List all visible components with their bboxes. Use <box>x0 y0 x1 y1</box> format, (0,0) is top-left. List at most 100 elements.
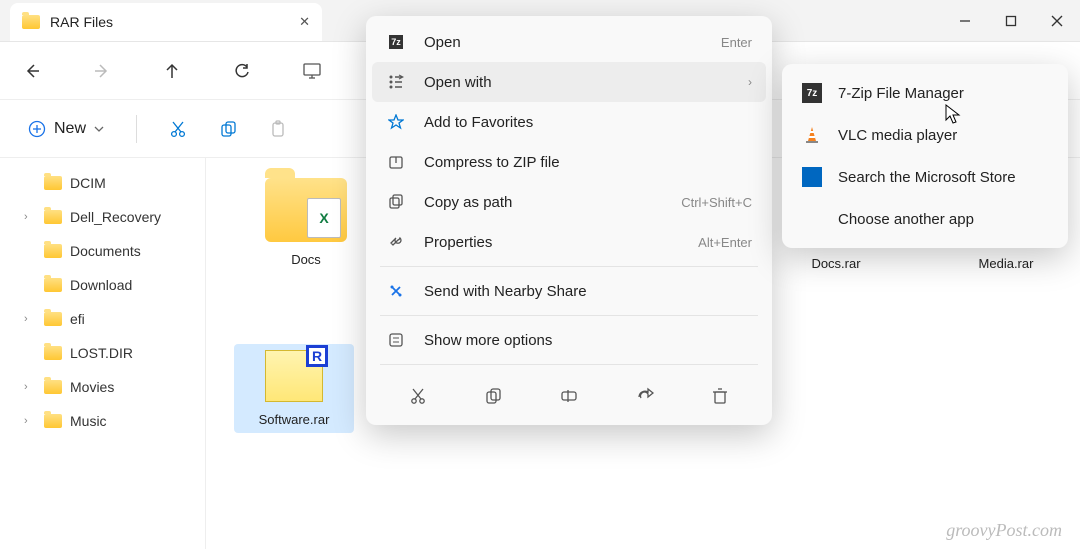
menu-open-with[interactable]: Open with › <box>372 62 766 102</box>
refresh-button[interactable] <box>222 51 262 91</box>
tree-item-efi[interactable]: ›efi <box>0 302 205 336</box>
copy-button[interactable] <box>473 379 513 413</box>
sevenzip-icon: 7z <box>802 83 822 103</box>
menu-label: Send with Nearby Share <box>424 283 752 300</box>
menu-copy-path[interactable]: Copy as path Ctrl+Shift+C <box>372 182 766 222</box>
file-label: Media.rar <box>979 256 1034 271</box>
folder-icon <box>44 210 62 224</box>
file-docs-folder[interactable]: X Docs <box>246 172 366 273</box>
new-button[interactable]: New <box>16 114 116 144</box>
file-label: Docs <box>291 252 321 267</box>
more-icon <box>386 332 406 348</box>
tree-item-music[interactable]: ›Music <box>0 404 205 438</box>
window-controls <box>942 0 1080 42</box>
separator <box>380 315 758 316</box>
cut-button[interactable] <box>157 109 199 149</box>
tree-label: Movies <box>70 379 114 395</box>
tree-label: DCIM <box>70 175 106 191</box>
folder-icon: X <box>265 178 347 242</box>
submenu-microsoft-store[interactable]: Search the Microsoft Store <box>788 156 1062 198</box>
submenu-vlc[interactable]: VLC media player <box>788 114 1062 156</box>
sevenzip-icon: 7z <box>386 35 406 49</box>
maximize-button[interactable] <box>988 0 1034 42</box>
blank-icon <box>802 209 822 229</box>
vlc-icon <box>802 125 822 145</box>
divider <box>136 115 137 143</box>
wrench-icon <box>386 234 406 250</box>
rename-button[interactable] <box>549 379 589 413</box>
nearby-icon <box>386 283 406 299</box>
submenu-7zip[interactable]: 7z 7-Zip File Manager <box>788 72 1062 114</box>
close-button[interactable] <box>1034 0 1080 42</box>
tree-label: efi <box>70 311 85 327</box>
tab-title: RAR Files <box>50 14 289 30</box>
back-button[interactable] <box>12 51 52 91</box>
tree-label: Music <box>70 413 107 429</box>
minimize-button[interactable] <box>942 0 988 42</box>
new-label: New <box>54 120 86 138</box>
menu-label: Open <box>424 34 703 51</box>
nav-tree: DCIM ›Dell_Recovery Documents Download ›… <box>0 158 206 549</box>
folder-icon <box>44 380 62 394</box>
submenu-choose-app[interactable]: Choose another app <box>788 198 1062 240</box>
chevron-right-icon: › <box>748 75 752 89</box>
menu-label: Copy as path <box>424 194 663 211</box>
menu-label: Add to Favorites <box>424 114 752 131</box>
tree-label: Dell_Recovery <box>70 209 161 225</box>
tree-item-dell-recovery[interactable]: ›Dell_Recovery <box>0 200 205 234</box>
submenu-label: Search the Microsoft Store <box>838 169 1016 186</box>
file-label: Docs.rar <box>811 256 860 271</box>
openwith-icon <box>386 74 406 90</box>
plus-icon <box>28 120 46 138</box>
rar-icon: R <box>265 350 323 402</box>
menu-open[interactable]: 7z Open Enter <box>372 22 766 62</box>
separator <box>380 266 758 267</box>
tree-item-download[interactable]: Download <box>0 268 205 302</box>
file-software-rar[interactable]: R Software.rar <box>234 344 354 433</box>
separator <box>380 364 758 365</box>
submenu-label: VLC media player <box>838 127 957 144</box>
tab-rar-files[interactable]: RAR Files ✕ <box>10 3 322 41</box>
close-icon[interactable]: ✕ <box>299 14 310 30</box>
menu-add-favorites[interactable]: Add to Favorites <box>372 102 766 142</box>
store-icon <box>802 167 822 187</box>
tree-label: Download <box>70 277 132 293</box>
folder-icon <box>22 15 40 29</box>
tree-item-dcim[interactable]: DCIM <box>0 166 205 200</box>
paste-button[interactable] <box>257 109 299 149</box>
folder-icon <box>44 244 62 258</box>
open-with-submenu: 7z 7-Zip File Manager VLC media player S… <box>782 64 1068 248</box>
share-button[interactable] <box>625 379 665 413</box>
menu-compress-zip[interactable]: Compress to ZIP file <box>372 142 766 182</box>
menu-label: Show more options <box>424 332 752 349</box>
menu-label: Open with <box>424 74 730 91</box>
menu-action-row <box>372 369 766 419</box>
tree-label: Documents <box>70 243 141 259</box>
star-icon <box>386 114 406 130</box>
menu-properties[interactable]: Properties Alt+Enter <box>372 222 766 262</box>
forward-button[interactable] <box>82 51 122 91</box>
submenu-label: Choose another app <box>838 211 974 228</box>
context-menu: 7z Open Enter Open with › Add to Favorit… <box>366 16 772 425</box>
copypath-icon <box>386 194 406 210</box>
menu-hint: Alt+Enter <box>698 235 752 250</box>
menu-more-options[interactable]: Show more options <box>372 320 766 360</box>
this-pc-icon[interactable] <box>292 51 332 91</box>
folder-icon <box>44 346 62 360</box>
copy-button[interactable] <box>207 109 249 149</box>
delete-button[interactable] <box>700 379 740 413</box>
folder-icon <box>44 278 62 292</box>
chevron-down-icon <box>94 124 104 134</box>
up-button[interactable] <box>152 51 192 91</box>
menu-hint: Enter <box>721 35 752 50</box>
zip-icon <box>386 154 406 170</box>
tree-item-movies[interactable]: ›Movies <box>0 370 205 404</box>
folder-icon <box>44 414 62 428</box>
submenu-label: 7-Zip File Manager <box>838 85 964 102</box>
cut-button[interactable] <box>398 379 438 413</box>
tree-item-lostdir[interactable]: LOST.DIR <box>0 336 205 370</box>
file-label: Software.rar <box>259 412 330 427</box>
menu-nearby-share[interactable]: Send with Nearby Share <box>372 271 766 311</box>
watermark: groovyPost.com <box>946 520 1062 541</box>
tree-item-documents[interactable]: Documents <box>0 234 205 268</box>
